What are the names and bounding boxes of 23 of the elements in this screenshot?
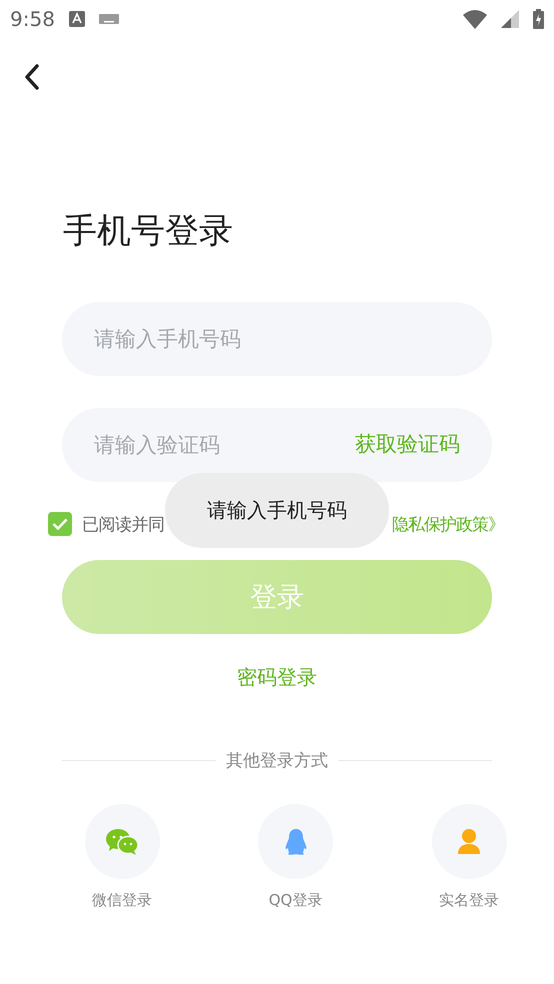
- signal-icon: [501, 10, 519, 28]
- login-method-label: 实名登录: [439, 891, 499, 910]
- login-method-label: 微信登录: [92, 891, 152, 910]
- agreement-link[interactable]: 隐私保护政策》: [392, 512, 504, 536]
- person-icon: [457, 828, 481, 856]
- chat-bubbles-icon: [105, 828, 139, 856]
- keyboard-letter-icon: [68, 11, 85, 27]
- battery-charging-icon: [533, 9, 544, 29]
- keyboard-icon: [98, 14, 119, 24]
- agreement-checkbox[interactable]: [48, 512, 72, 536]
- check-icon: [52, 518, 68, 530]
- other-login-heading: 其他登录方式: [226, 750, 328, 772]
- get-code-button[interactable]: 获取验证码: [355, 430, 460, 458]
- message-toast: 请输入手机号码: [165, 473, 389, 548]
- agreement-text: 已阅读并同: [82, 514, 164, 536]
- password-login-link[interactable]: 密码登录: [237, 664, 317, 691]
- status-time: 9:58: [10, 7, 55, 31]
- back-icon[interactable]: [24, 64, 40, 90]
- wifi-icon: [463, 10, 487, 28]
- login-method-label: QQ登录: [268, 891, 322, 910]
- page-title: 手机号登录: [63, 210, 234, 253]
- penguin-icon: [284, 828, 308, 856]
- phone-input-field[interactable]: 请输入手机号码: [62, 302, 492, 376]
